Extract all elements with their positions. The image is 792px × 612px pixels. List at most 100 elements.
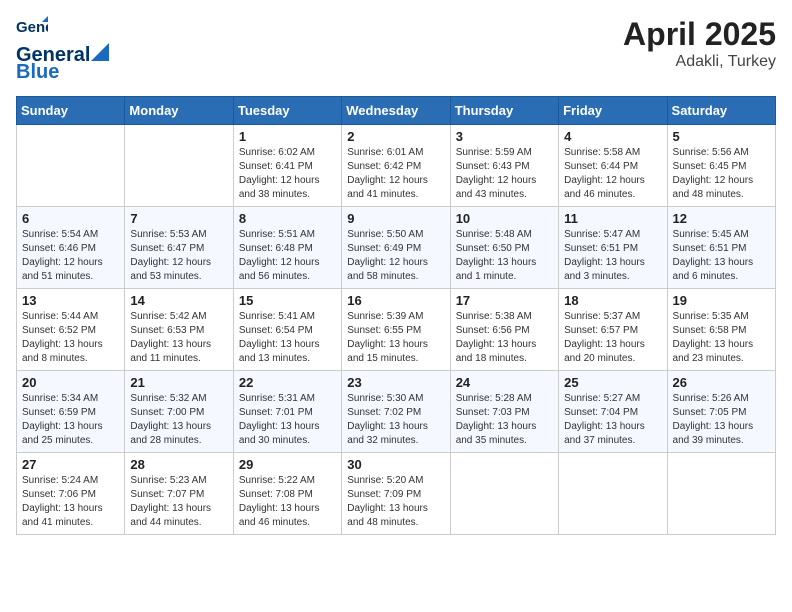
calendar-cell: 17 Sunrise: 5:38 AM Sunset: 6:56 PM Dayli… (450, 289, 558, 371)
day-info: Sunrise: 6:02 AM Sunset: 6:41 PM Dayligh… (239, 146, 336, 202)
day-info: Sunrise: 5:20 AM Sunset: 7:09 PM Dayligh… (347, 474, 444, 530)
calendar-cell: 25 Sunrise: 5:27 AM Sunset: 7:04 PM Dayli… (559, 371, 667, 453)
day-info: Sunrise: 5:28 AM Sunset: 7:03 PM Dayligh… (456, 392, 553, 448)
weekday-header-tuesday: Tuesday (233, 97, 341, 125)
day-number: 18 (564, 293, 661, 308)
day-number: 28 (130, 457, 227, 472)
day-number: 17 (456, 293, 553, 308)
day-info: Sunrise: 5:48 AM Sunset: 6:50 PM Dayligh… (456, 228, 553, 284)
day-number: 5 (673, 129, 770, 144)
calendar-cell: 29 Sunrise: 5:22 AM Sunset: 7:08 PM Dayli… (233, 453, 341, 535)
day-info: Sunrise: 5:38 AM Sunset: 6:56 PM Dayligh… (456, 310, 553, 366)
logo-triangle-icon (91, 43, 109, 61)
calendar-cell: 21 Sunrise: 5:32 AM Sunset: 7:00 PM Dayli… (125, 371, 233, 453)
calendar-cell: 1 Sunrise: 6:02 AM Sunset: 6:41 PM Daylig… (233, 125, 341, 207)
calendar-cell: 23 Sunrise: 5:30 AM Sunset: 7:02 PM Dayli… (342, 371, 450, 453)
day-number: 26 (673, 375, 770, 390)
calendar-cell: 30 Sunrise: 5:20 AM Sunset: 7:09 PM Dayli… (342, 453, 450, 535)
day-info: Sunrise: 5:39 AM Sunset: 6:55 PM Dayligh… (347, 310, 444, 366)
calendar-cell: 11 Sunrise: 5:47 AM Sunset: 6:51 PM Dayli… (559, 207, 667, 289)
month-year: April 2025 (623, 16, 776, 53)
calendar-cell: 14 Sunrise: 5:42 AM Sunset: 6:53 PM Dayli… (125, 289, 233, 371)
title-area: April 2025 Adakli, Turkey (623, 16, 776, 71)
day-number: 20 (22, 375, 119, 390)
day-info: Sunrise: 5:31 AM Sunset: 7:01 PM Dayligh… (239, 392, 336, 448)
calendar-cell (125, 125, 233, 207)
day-info: Sunrise: 5:23 AM Sunset: 7:07 PM Dayligh… (130, 474, 227, 530)
day-info: Sunrise: 5:45 AM Sunset: 6:51 PM Dayligh… (673, 228, 770, 284)
day-number: 30 (347, 457, 444, 472)
day-number: 19 (673, 293, 770, 308)
location: Adakli, Turkey (623, 53, 776, 71)
weekday-header-sunday: Sunday (17, 97, 125, 125)
day-number: 2 (347, 129, 444, 144)
day-info: Sunrise: 5:54 AM Sunset: 6:46 PM Dayligh… (22, 228, 119, 284)
calendar-cell: 15Sunrise: 5:41 AM Sunset: 6:54 PM Dayli… (233, 289, 341, 371)
day-info: Sunrise: 5:35 AM Sunset: 6:58 PM Dayligh… (673, 310, 770, 366)
calendar-cell: 24 Sunrise: 5:28 AM Sunset: 7:03 PM Dayli… (450, 371, 558, 453)
day-info: Sunrise: 5:22 AM Sunset: 7:08 PM Dayligh… (239, 474, 336, 530)
day-number: 1 (239, 129, 336, 144)
calendar-week-4: 20 Sunrise: 5:34 AM Sunset: 6:59 PM Dayli… (17, 371, 776, 453)
weekday-header-friday: Friday (559, 97, 667, 125)
day-number: 16 (347, 293, 444, 308)
logo-blue: Blue (16, 61, 59, 84)
day-info: Sunrise: 5:26 AM Sunset: 7:05 PM Dayligh… (673, 392, 770, 448)
day-number: 27 (22, 457, 119, 472)
day-number: 9 (347, 211, 444, 226)
day-info: Sunrise: 5:59 AM Sunset: 6:43 PM Dayligh… (456, 146, 553, 202)
calendar-week-1: 1 Sunrise: 6:02 AM Sunset: 6:41 PM Daylig… (17, 125, 776, 207)
calendar-cell: 10Sunrise: 5:48 AM Sunset: 6:50 PM Dayli… (450, 207, 558, 289)
day-info: Sunrise: 5:32 AM Sunset: 7:00 PM Dayligh… (130, 392, 227, 448)
calendar-cell: 13 Sunrise: 5:44 AM Sunset: 6:52 PM Dayli… (17, 289, 125, 371)
calendar-week-5: 27 Sunrise: 5:24 AM Sunset: 7:06 PM Dayli… (17, 453, 776, 535)
day-number: 21 (130, 375, 227, 390)
day-number: 8 (239, 211, 336, 226)
day-number: 22 (239, 375, 336, 390)
calendar-cell: 5 Sunrise: 5:56 AM Sunset: 6:45 PM Daylig… (667, 125, 775, 207)
day-info: Sunrise: 5:30 AM Sunset: 7:02 PM Dayligh… (347, 392, 444, 448)
calendar-cell (559, 453, 667, 535)
day-info: Sunrise: 5:34 AM Sunset: 6:59 PM Dayligh… (22, 392, 119, 448)
calendar-cell: 20 Sunrise: 5:34 AM Sunset: 6:59 PM Dayli… (17, 371, 125, 453)
day-number: 29 (239, 457, 336, 472)
calendar-cell: 26 Sunrise: 5:26 AM Sunset: 7:05 PM Dayli… (667, 371, 775, 453)
day-info: Sunrise: 5:44 AM Sunset: 6:52 PM Dayligh… (22, 310, 119, 366)
calendar-cell (450, 453, 558, 535)
day-number: 12 (673, 211, 770, 226)
calendar-cell: 16 Sunrise: 5:39 AM Sunset: 6:55 PM Dayli… (342, 289, 450, 371)
day-number: 25 (564, 375, 661, 390)
day-info: Sunrise: 5:53 AM Sunset: 6:47 PM Dayligh… (130, 228, 227, 284)
calendar-cell: 27 Sunrise: 5:24 AM Sunset: 7:06 PM Dayli… (17, 453, 125, 535)
day-info: Sunrise: 5:41 AM Sunset: 6:54 PM Dayligh… (239, 310, 336, 366)
day-info: Sunrise: 5:56 AM Sunset: 6:45 PM Dayligh… (673, 146, 770, 202)
calendar: SundayMondayTuesdayWednesdayThursdayFrid… (16, 96, 776, 535)
day-info: Sunrise: 5:27 AM Sunset: 7:04 PM Dayligh… (564, 392, 661, 448)
day-number: 23 (347, 375, 444, 390)
day-number: 6 (22, 211, 119, 226)
calendar-cell: 18Sunrise: 5:37 AM Sunset: 6:57 PM Dayli… (559, 289, 667, 371)
weekday-header-monday: Monday (125, 97, 233, 125)
calendar-cell: 4 Sunrise: 5:58 AM Sunset: 6:44 PM Daylig… (559, 125, 667, 207)
day-info: Sunrise: 5:24 AM Sunset: 7:06 PM Dayligh… (22, 474, 119, 530)
day-number: 13 (22, 293, 119, 308)
day-info: Sunrise: 5:51 AM Sunset: 6:48 PM Dayligh… (239, 228, 336, 284)
calendar-week-3: 13 Sunrise: 5:44 AM Sunset: 6:52 PM Dayli… (17, 289, 776, 371)
day-number: 11 (564, 211, 661, 226)
day-number: 14 (130, 293, 227, 308)
day-info: Sunrise: 5:58 AM Sunset: 6:44 PM Dayligh… (564, 146, 661, 202)
calendar-cell: 8 Sunrise: 5:51 AM Sunset: 6:48 PM Daylig… (233, 207, 341, 289)
weekday-header-wednesday: Wednesday (342, 97, 450, 125)
header: General General Blue April 2025 Adakli, … (16, 16, 776, 84)
calendar-body: 1 Sunrise: 6:02 AM Sunset: 6:41 PM Daylig… (17, 125, 776, 535)
day-number: 24 (456, 375, 553, 390)
calendar-cell: 19 Sunrise: 5:35 AM Sunset: 6:58 PM Dayli… (667, 289, 775, 371)
day-info: Sunrise: 5:47 AM Sunset: 6:51 PM Dayligh… (564, 228, 661, 284)
day-info: Sunrise: 5:42 AM Sunset: 6:53 PM Dayligh… (130, 310, 227, 366)
calendar-cell: 2 Sunrise: 6:01 AM Sunset: 6:42 PM Daylig… (342, 125, 450, 207)
day-info: Sunrise: 6:01 AM Sunset: 6:42 PM Dayligh… (347, 146, 444, 202)
day-number: 7 (130, 211, 227, 226)
day-number: 4 (564, 129, 661, 144)
calendar-cell: 9Sunrise: 5:50 AM Sunset: 6:49 PM Daylig… (342, 207, 450, 289)
weekday-header-saturday: Saturday (667, 97, 775, 125)
